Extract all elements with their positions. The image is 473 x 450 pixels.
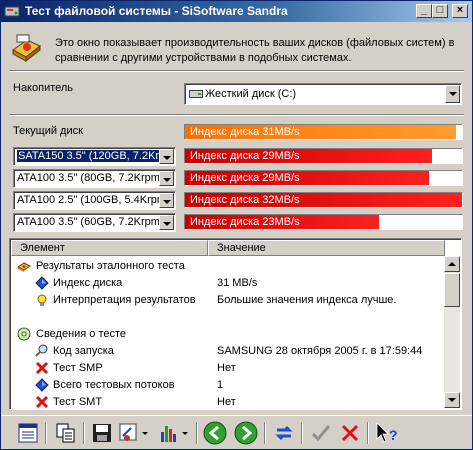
- minimize-button[interactable]: _: [416, 4, 432, 18]
- list-item-key: Всего тестовых потоков: [53, 379, 175, 391]
- toolbar-separator: [264, 422, 266, 444]
- svg-text:?: ?: [389, 427, 398, 443]
- scroll-thumb[interactable]: [444, 273, 460, 307]
- current-disk-bar-text: Индекс диска 31MB/s: [190, 126, 300, 138]
- copy-icon[interactable]: [53, 420, 79, 446]
- chart-dropdown-icon[interactable]: [157, 420, 191, 446]
- list-item-value: 31 MB/s: [217, 277, 258, 289]
- red-x-icon: [35, 395, 49, 409]
- scroll-up-button[interactable]: [444, 256, 460, 272]
- toolbar-separator: [367, 422, 369, 444]
- compare-device-select-3[interactable]: ATA100 2.5" (100GB, 5.4Krpm: [13, 191, 176, 210]
- cancel-x-icon[interactable]: [337, 420, 363, 446]
- arrow-up-icon: [448, 262, 456, 266]
- compare-bar: Индекс диска 23MB/s: [184, 214, 463, 230]
- close-button[interactable]: ×: [452, 4, 468, 18]
- column-header-element[interactable]: Элемент: [11, 240, 208, 256]
- compare-device-dropdown[interactable]: [159, 215, 174, 230]
- current-disk-bar: Индекс диска 31MB/s: [184, 124, 463, 140]
- compare-device-select-1[interactable]: SATA150 3.5" (120GB, 7.2Krpm: [13, 147, 176, 166]
- separator: [9, 114, 464, 116]
- compare-device-select-2[interactable]: ATA100 3.5" (80GB, 7.2Krpm, 8: [13, 169, 176, 188]
- compare-device-dropdown[interactable]: [159, 171, 174, 186]
- scroll-down-button[interactable]: [444, 392, 460, 408]
- blue-diamond-icon: [35, 378, 49, 392]
- toolbar-separator: [45, 422, 47, 444]
- report-wizard-icon[interactable]: [15, 420, 41, 446]
- list-item-value: 1: [217, 379, 224, 391]
- list-item-key: Интерпретация результатов: [53, 294, 196, 306]
- window-content: Это окно показывает производительность в…: [1, 22, 472, 449]
- results-list[interactable]: Элемент Значение Результаты эталонного т…: [9, 238, 462, 410]
- hard-drive-icon: [12, 34, 41, 63]
- toolbar-separator: [301, 422, 303, 444]
- list-item-key: Сведения о тесте: [36, 328, 127, 340]
- separator: [9, 70, 464, 72]
- drive-select-value: Жесткий диск (C:): [205, 88, 297, 100]
- compare-device-dropdown[interactable]: [159, 149, 174, 164]
- list-item-key: Индекс диска: [53, 277, 123, 289]
- red-x-icon: [35, 361, 49, 375]
- context-help-icon[interactable]: ?: [374, 420, 400, 446]
- drive-icon: [189, 90, 203, 98]
- drive-select[interactable]: Жесткий диск (C:): [184, 83, 462, 105]
- list-item-key: Тест SMT: [53, 396, 103, 408]
- compare-bar-text: Индекс диска 29MB/s: [190, 172, 300, 184]
- refresh-icon[interactable]: [271, 420, 297, 446]
- options-dropdown-icon[interactable]: [117, 420, 151, 446]
- forward-arrow-icon[interactable]: [233, 420, 259, 446]
- compare-device-dropdown[interactable]: [159, 193, 174, 208]
- compare-bar: Индекс диска 32MB/s: [184, 192, 463, 208]
- compare-device-value: SATA150 3.5" (120GB, 7.2Krpm: [17, 150, 161, 162]
- drive-label: Накопитель: [13, 82, 74, 94]
- list-item-key: Код запуска: [53, 345, 114, 357]
- magnifier-icon: [35, 344, 48, 357]
- compare-device-select-4[interactable]: ATA100 3.5" (60GB, 7.2Krpm, 8: [13, 213, 176, 232]
- title-bar[interactable]: Тест файловой системы - SiSoftware Sandr…: [1, 1, 472, 22]
- maximize-button[interactable]: □: [432, 4, 448, 18]
- intro-text: Это окно показывает производительность в…: [55, 37, 455, 64]
- cd-disc-icon: [17, 327, 31, 341]
- app-window: Тест файловой системы - SiSoftware Sandr…: [0, 0, 473, 450]
- list-item-value: Нет: [217, 362, 236, 374]
- window-title: Тест файловой системы - SiSoftware Sandr…: [25, 4, 288, 18]
- compare-bar-text: Индекс диска 23MB/s: [190, 216, 300, 228]
- arrow-down-icon: [448, 398, 456, 402]
- current-disk-label: Текущий диск: [13, 125, 83, 137]
- list-item-value: Нет: [217, 396, 236, 408]
- compare-device-value: ATA100 3.5" (60GB, 7.2Krpm, 8: [17, 216, 159, 228]
- toolbar: ?: [1, 415, 472, 450]
- list-item-key: Тест SMP: [53, 362, 103, 374]
- list-item-value: SAMSUNG 28 октября 2005 г. в 17:59:44: [217, 345, 423, 357]
- compare-bar-text: Индекс диска 32MB/s: [190, 194, 300, 206]
- blue-diamond-icon: [35, 276, 49, 290]
- list-item-value: Большие значения индекса лучше.: [217, 294, 397, 306]
- save-icon[interactable]: [89, 420, 115, 446]
- lightbulb-icon: [37, 294, 47, 306]
- list-item-key: Результаты эталонного теста: [36, 260, 185, 272]
- drive-select-dropdown[interactable]: [445, 85, 460, 103]
- toolbar-separator: [196, 422, 198, 444]
- sandra-app-icon: [4, 6, 20, 17]
- ok-check-icon[interactable]: [308, 420, 334, 446]
- compare-bar: Индекс диска 29MB/s: [184, 148, 463, 164]
- back-arrow-icon[interactable]: [202, 420, 228, 446]
- vertical-scrollbar[interactable]: [444, 256, 460, 408]
- compare-bar: Индекс диска 29MB/s: [184, 170, 463, 186]
- compare-device-value: ATA100 3.5" (80GB, 7.2Krpm, 8: [17, 172, 159, 184]
- compare-device-value: ATA100 2.5" (100GB, 5.4Krpm: [17, 194, 159, 206]
- compare-bar-text: Индекс диска 29MB/s: [190, 150, 300, 162]
- hard-drive-icon: [17, 262, 31, 272]
- toolbar-separator: [83, 422, 85, 444]
- column-header-value[interactable]: Значение: [208, 240, 445, 256]
